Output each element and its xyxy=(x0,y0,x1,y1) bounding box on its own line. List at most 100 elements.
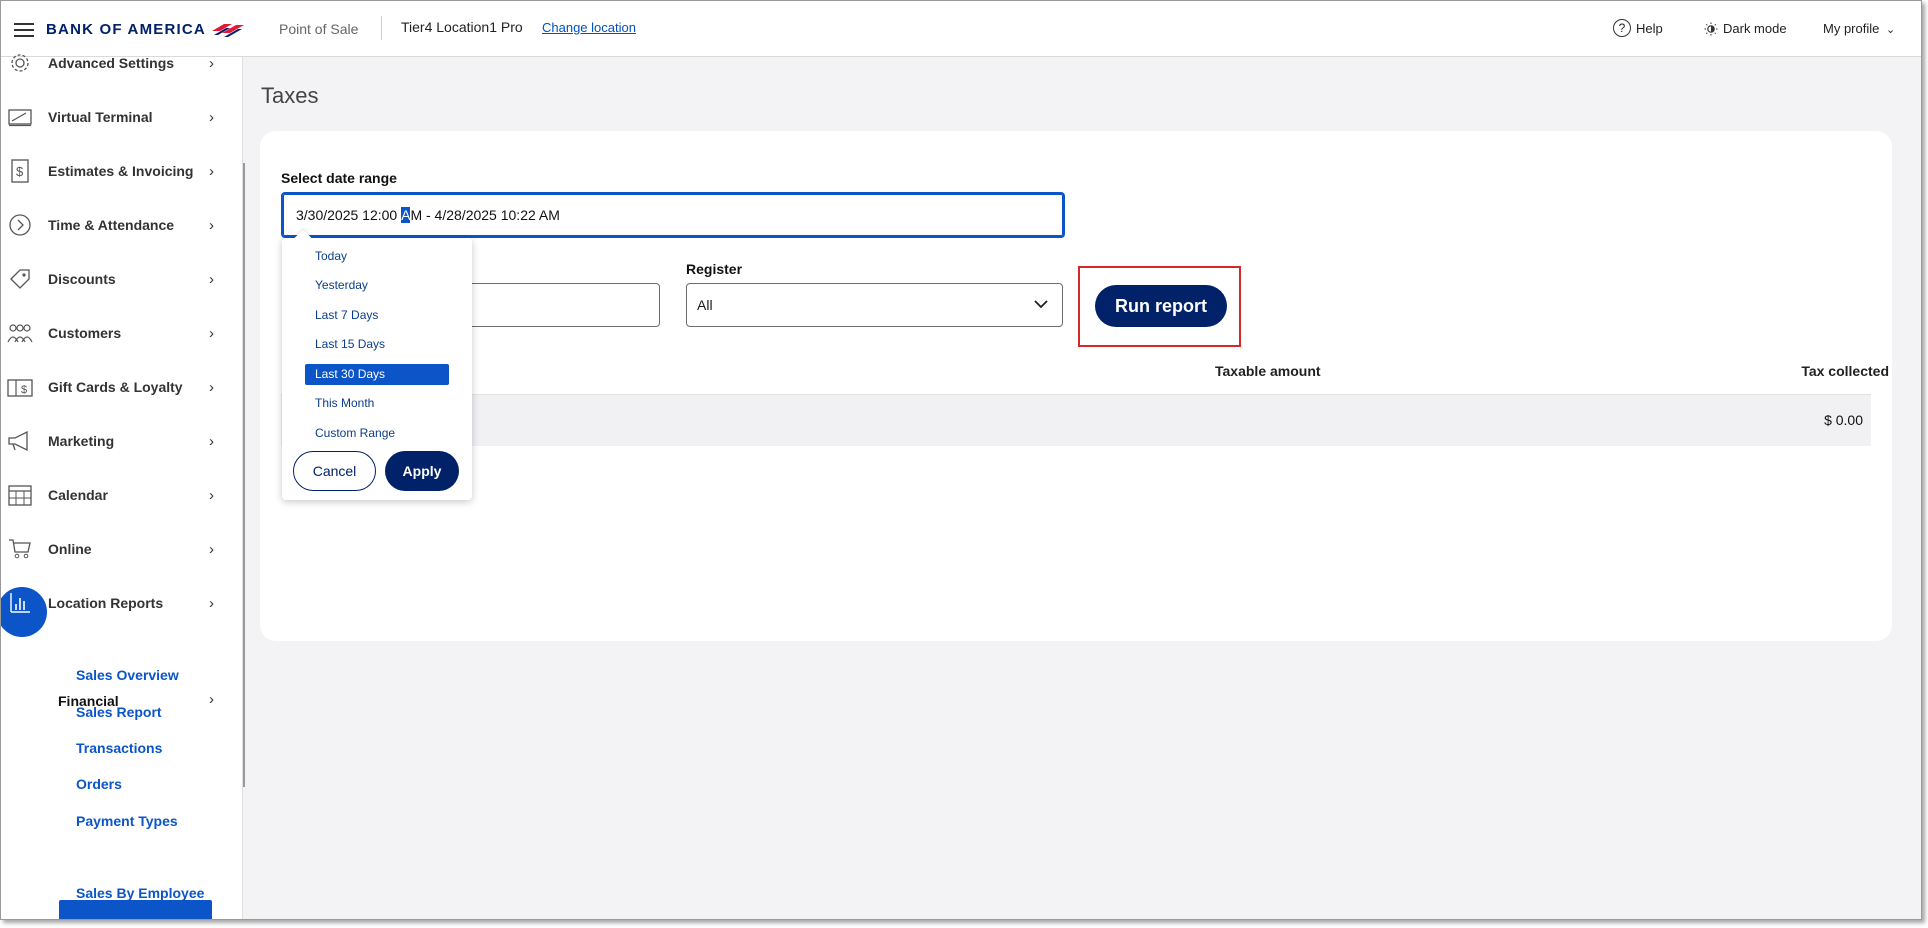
date-range-input[interactable]: 3/30/2025 12:00 AM - 4/28/2025 10:22 AM xyxy=(281,192,1065,238)
chevron-right-icon: › xyxy=(209,162,214,180)
hamburger-menu-icon[interactable] xyxy=(14,23,34,37)
date-option-custom-range[interactable]: Custom Range xyxy=(315,426,395,440)
date-range-value-start: 3/30/2025 12:00 xyxy=(296,207,402,223)
run-report-button[interactable]: Run report xyxy=(1095,285,1227,327)
my-profile-menu[interactable]: My profile ⌄ xyxy=(1823,21,1895,36)
chevron-right-icon: › xyxy=(209,108,214,126)
sidebar-item-gift-cards-loyalty[interactable]: $ Gift Cards & Loyalty › xyxy=(1,367,233,407)
sidebar-item-label: Customers xyxy=(48,325,122,341)
dark-mode-toggle[interactable]: Dark mode xyxy=(1704,21,1787,36)
chevron-right-icon: › xyxy=(209,378,214,396)
sidebar-item-advanced-settings[interactable]: Advanced Settings › xyxy=(1,43,233,83)
chevron-right-icon: › xyxy=(209,270,214,288)
column-header-tax-collected: Tax collected xyxy=(1801,363,1889,379)
app-window: BANK OF AMERICA Point of Sale Tier4 Loca… xyxy=(0,0,1922,920)
sidebar-item-label: Online xyxy=(48,541,92,557)
sidebar-item-marketing[interactable]: Marketing › xyxy=(1,421,233,461)
sidebar-item-label: Location Reports xyxy=(48,595,164,611)
date-option-last-30-days[interactable]: Last 30 Days xyxy=(315,367,385,381)
sidebar-item-label: Virtual Terminal xyxy=(48,109,153,125)
sidebar-subitem-taxes[interactable]: Taxes xyxy=(76,849,115,865)
date-option-last-7-days[interactable]: Last 7 Days xyxy=(315,308,378,322)
tag-icon xyxy=(7,266,33,292)
tax-collected-value: $ 0.00 xyxy=(1824,412,1863,428)
help-button[interactable]: ? Help xyxy=(1613,19,1663,37)
sidebar-scrollbar[interactable] xyxy=(243,163,245,787)
people-icon xyxy=(7,320,33,346)
sidebar-item-calendar[interactable]: Calendar › xyxy=(1,475,233,515)
register-label: Register xyxy=(686,261,743,277)
sidebar-item-online[interactable]: Online › xyxy=(1,529,233,569)
change-location-link[interactable]: Change location xyxy=(542,20,636,35)
bar-chart-icon xyxy=(1,587,47,637)
register-value: All xyxy=(697,297,713,313)
date-range-label: Select date range xyxy=(281,170,397,186)
sidebar-item-estimates-invoicing[interactable]: $ Estimates & Invoicing › xyxy=(1,151,233,191)
location-select[interactable] xyxy=(441,283,660,327)
page-title: Taxes xyxy=(261,83,319,108)
sidebar-active-highlight xyxy=(59,900,212,919)
cancel-button[interactable]: Cancel xyxy=(293,451,376,491)
sidebar-item-label: Gift Cards & Loyalty xyxy=(48,379,183,395)
sidebar-item-virtual-terminal[interactable]: Virtual Terminal › xyxy=(1,97,233,137)
sidebar-item-label: Calendar xyxy=(48,487,108,503)
header-divider xyxy=(381,16,382,40)
invoice-icon: $ xyxy=(7,158,33,184)
sidebar-item-label: Advanced Settings xyxy=(48,55,175,71)
sidebar-item-label: Marketing xyxy=(48,433,115,449)
apply-button[interactable]: Apply xyxy=(385,451,459,491)
chevron-down-icon: ⌄ xyxy=(1885,24,1896,36)
megaphone-icon xyxy=(7,428,33,454)
chevron-right-icon: › xyxy=(209,432,214,450)
app-name: Point of Sale xyxy=(279,21,359,37)
register-select[interactable]: All xyxy=(686,283,1063,327)
top-header: BANK OF AMERICA Point of Sale Tier4 Loca… xyxy=(1,1,1921,57)
table-row xyxy=(281,394,1871,446)
date-option-this-month[interactable]: This Month xyxy=(315,396,374,410)
chevron-right-icon: › xyxy=(209,594,214,612)
dark-mode-icon xyxy=(1704,22,1718,35)
calendar-icon xyxy=(7,482,33,508)
terminal-icon xyxy=(7,104,33,130)
chevron-right-icon: › xyxy=(209,691,214,708)
bank-logo[interactable]: BANK OF AMERICA xyxy=(46,21,248,38)
chevron-down-icon xyxy=(1034,300,1048,309)
sidebar-item-label: Time & Attendance xyxy=(48,217,175,233)
chevron-right-icon: › xyxy=(209,54,214,72)
dark-mode-label: Dark mode xyxy=(1723,21,1787,36)
cart-icon xyxy=(7,536,33,562)
date-range-value-end: M - 4/28/2025 10:22 AM xyxy=(410,207,560,223)
chevron-right-icon: › xyxy=(209,540,214,558)
column-header-taxable-amount: Taxable amount xyxy=(1215,363,1321,379)
sidebar: Advanced Settings › Virtual Terminal › $… xyxy=(1,54,243,919)
sidebar-subitem-sales-by-employee[interactable]: Sales By Employee xyxy=(76,885,204,901)
sidebar-subitem-sales-overview[interactable]: Sales Overview xyxy=(76,667,179,683)
sidebar-item-label: Estimates & Invoicing xyxy=(48,163,194,179)
gift-card-icon: $ xyxy=(7,374,33,400)
date-range-value-selection: A xyxy=(401,207,411,223)
sidebar-item-label: Discounts xyxy=(48,271,116,287)
sidebar-subitem-payment-types[interactable]: Payment Types xyxy=(76,813,178,829)
gear-icon xyxy=(7,50,33,76)
my-profile-label: My profile xyxy=(1823,21,1880,36)
sidebar-subitem-orders[interactable]: Orders xyxy=(76,776,122,792)
location-name: Tier4 Location1 Pro xyxy=(401,19,523,35)
chevron-right-icon: › xyxy=(209,486,214,504)
help-label: Help xyxy=(1636,20,1663,36)
sidebar-subitem-transactions[interactable]: Transactions xyxy=(76,740,162,756)
chevron-right-icon: › xyxy=(209,216,214,234)
date-option-yesterday[interactable]: Yesterday xyxy=(315,278,368,292)
date-option-today[interactable]: Today xyxy=(315,249,347,263)
date-option-last-15-days[interactable]: Last 15 Days xyxy=(315,337,385,351)
sidebar-item-customers[interactable]: Customers › xyxy=(1,313,233,353)
sidebar-item-discounts[interactable]: Discounts › xyxy=(1,259,233,299)
help-icon: ? xyxy=(1613,19,1631,37)
sidebar-subitem-sales-report[interactable]: Sales Report xyxy=(76,704,162,720)
svg-text:$: $ xyxy=(21,384,27,396)
chevron-right-icon: › xyxy=(209,324,214,342)
clock-icon xyxy=(7,212,33,238)
logo-text: BANK OF AMERICA xyxy=(46,21,206,38)
sidebar-item-location-reports[interactable]: Location Reports › xyxy=(1,583,233,637)
sidebar-item-time-attendance[interactable]: Time & Attendance › xyxy=(1,205,233,245)
svg-text:$: $ xyxy=(16,164,24,179)
